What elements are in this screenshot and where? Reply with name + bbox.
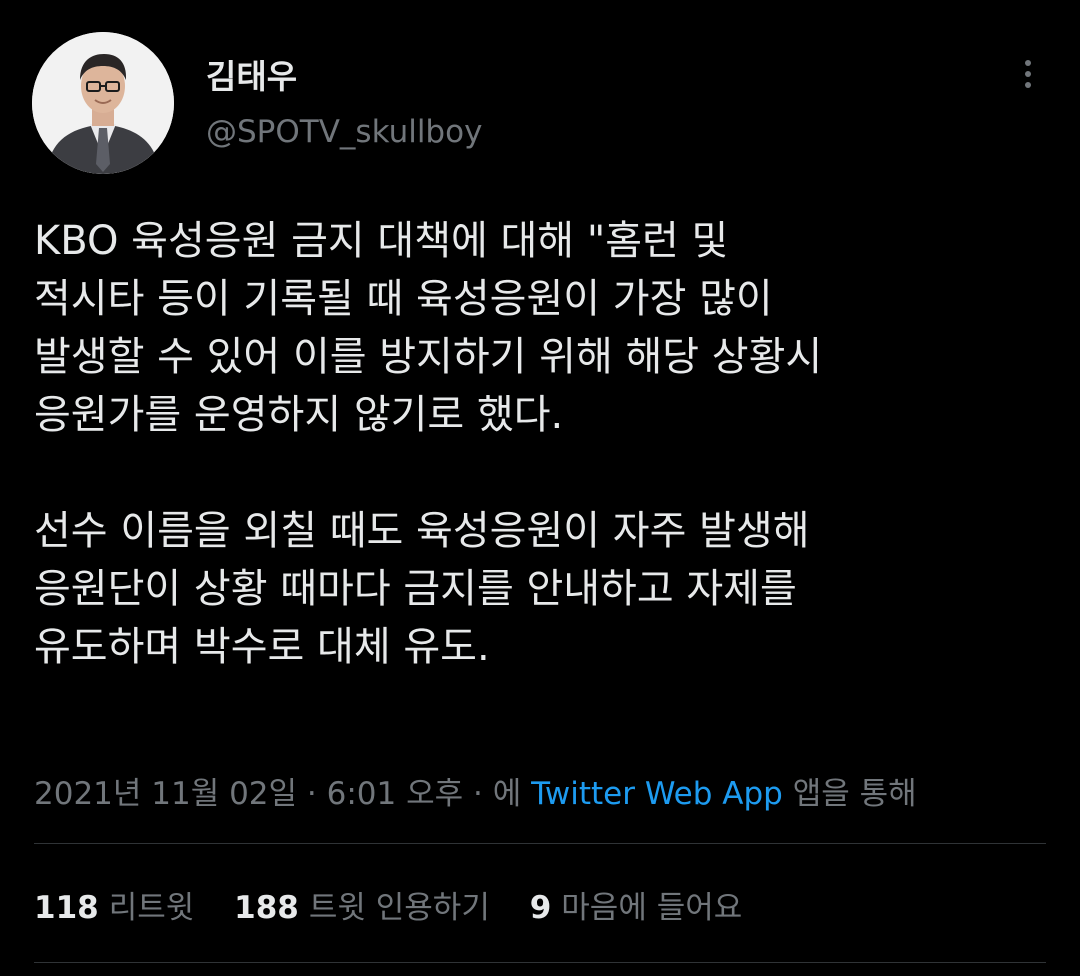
like-count: 9 [529,890,552,926]
tweet-stats: 118 리트윗 188 트윗 인용하기 9 마음에 들어요 [34,882,772,927]
retweet-count: 118 [34,890,99,926]
quotes-stat[interactable]: 188 트윗 인용하기 [234,882,490,927]
divider [34,962,1046,963]
retweets-stat[interactable]: 118 리트윗 [34,882,194,927]
tweet-line: 유도하며 박수로 대체 유도. [34,624,490,670]
likes-stat[interactable]: 9 마음에 들어요 [530,882,743,927]
like-label: 마음에 들어요 [561,890,743,926]
tweet-time[interactable]: 6:01 오후 [327,776,464,812]
tweet-line: 적시타 등이 기록될 때 육성응원이 가장 많이 [34,276,773,322]
tweet-text: KBO 육성응원 금지 대책에 대해 "홈런 및 적시타 등이 기록될 때 육성… [34,212,1054,676]
tweet-line: 응원단이 상황 때마다 금지를 안내하고 자제를 [34,566,797,612]
via-prefix: 에 [492,776,532,812]
meta-separator: · [463,776,493,812]
via-suffix: 앱을 통해 [782,776,917,812]
avatar[interactable] [32,32,174,174]
avatar-photo [32,32,174,174]
tweet-line: KBO 육성응원 금지 대책에 대해 "홈런 및 [34,218,729,264]
more-options-button[interactable] [1006,52,1050,96]
divider [34,843,1046,844]
tweet-line: 응원가를 운영하지 않기로 했다. [34,392,564,438]
tweet-line: 선수 이름을 외칠 때도 육성응원이 자주 발생해 [34,508,810,554]
tweet-line: 발생할 수 있어 이를 방지하기 위해 해당 상황시 [34,334,823,380]
tweet-meta: 2021년 11월 02일 · 6:01 오후 · 에 Twitter Web … [34,768,917,813]
user-handle[interactable]: @SPOTV_skullboy [206,114,482,150]
quote-count: 188 [234,890,299,926]
tweet-date[interactable]: 2021년 11월 02일 [34,776,297,812]
source-app-link[interactable]: Twitter Web App [531,776,783,812]
quote-label: 트윗 인용하기 [308,890,490,926]
display-name[interactable]: 김태우 [206,50,297,98]
tweet-paragraph: 선수 이름을 외칠 때도 육성응원이 자주 발생해 응원단이 상황 때마다 금지… [34,502,1054,676]
tweet-paragraph: KBO 육성응원 금지 대책에 대해 "홈런 및 적시타 등이 기록될 때 육성… [34,212,1054,444]
retweet-label: 리트윗 [108,890,195,926]
meta-separator: · [297,776,327,812]
